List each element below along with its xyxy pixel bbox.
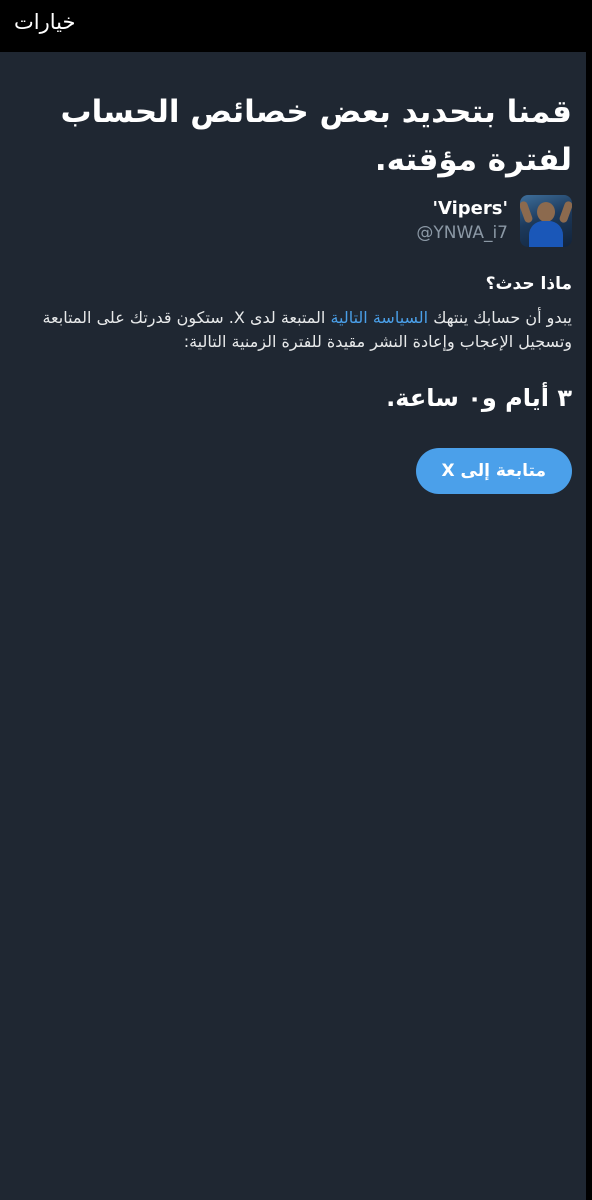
what-happened-heading: ماذا حدث؟ xyxy=(485,274,572,294)
explanation-text: يبدو أن حسابك ينتهك السياسة التالية المت… xyxy=(28,306,572,354)
restriction-duration: ٣ أيام و٠ ساعة. xyxy=(386,384,572,412)
explanation-text-start: يبدو أن حسابك ينتهك xyxy=(428,308,572,327)
account-info: 'Vipers' @YNWA_i7 xyxy=(416,194,572,248)
options-title[interactable]: خيارات xyxy=(14,10,75,34)
policy-link[interactable]: السياسة التالية xyxy=(330,308,428,327)
restriction-panel: قمنا بتحديد بعض خصائص الحساب لفترة مؤقته… xyxy=(0,52,586,1200)
top-bar: خيارات xyxy=(0,0,592,52)
display-name: 'Vipers' xyxy=(432,198,509,219)
account-names: 'Vipers' @YNWA_i7 xyxy=(416,197,508,245)
avatar xyxy=(520,195,572,247)
continue-to-x-button[interactable]: متابعة إلى X xyxy=(415,448,572,494)
account-handle: @YNWA_i7 xyxy=(416,223,508,243)
edge-strip xyxy=(586,52,592,1200)
page-title: قمنا بتحديد بعض خصائص الحساب لفترة مؤقته… xyxy=(60,94,572,178)
